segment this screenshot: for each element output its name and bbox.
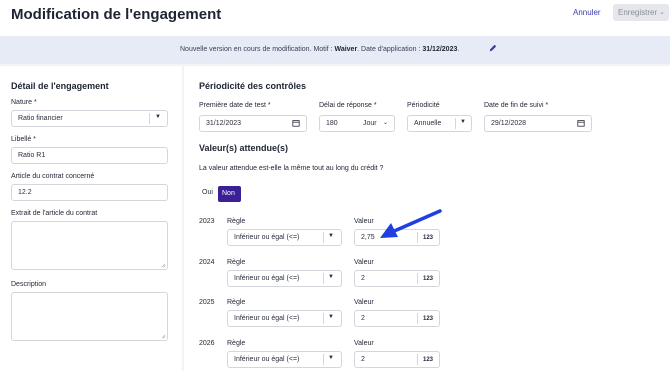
periodicite-label: Périodicité bbox=[407, 102, 440, 109]
value-label: Valeur bbox=[354, 299, 374, 306]
libelle-input[interactable]: Ratio R1 bbox=[11, 147, 168, 164]
number-format-icon: 123 bbox=[423, 357, 434, 363]
extrait-label: Extrait de l'article du contrat bbox=[11, 210, 98, 217]
banner-motif: Waiver bbox=[334, 46, 358, 53]
banner-prefix: Nouvelle version en cours de modificatio… bbox=[180, 46, 335, 53]
top-bar: Modification de l'engagement Annuler Enr… bbox=[0, 0, 670, 36]
rule-select[interactable]: Inférieur ou égal (<=) ▼ bbox=[227, 310, 342, 327]
libelle-value: Ratio R1 bbox=[18, 152, 46, 159]
year-label: 2024 bbox=[199, 259, 215, 266]
select-divider bbox=[323, 273, 324, 284]
input-divider bbox=[417, 354, 418, 365]
caret-down-icon[interactable]: ▼ bbox=[328, 274, 334, 280]
article-value: 12.2 bbox=[18, 189, 32, 196]
banner-text: Nouvelle version en cours de modificatio… bbox=[180, 46, 459, 53]
save-button-label: Enregistrer bbox=[618, 8, 658, 17]
annotation-arrow-icon bbox=[380, 209, 442, 238]
modification-banner: Nouvelle version en cours de modificatio… bbox=[0, 36, 670, 64]
rule-select[interactable]: Inférieur ou égal (<=) ▼ bbox=[227, 270, 342, 287]
caret-down-icon[interactable]: ▼ bbox=[328, 355, 334, 361]
article-label: Article du contrat concerné bbox=[11, 173, 95, 180]
article-input[interactable]: 12.2 bbox=[11, 184, 168, 201]
caret-down-icon[interactable]: ▼ bbox=[328, 233, 334, 239]
value-text: 2 bbox=[361, 275, 365, 282]
save-button[interactable]: Enregistrer ⌄ bbox=[613, 4, 669, 21]
fin-label: Date de fin de suivi * bbox=[484, 102, 549, 109]
first-date-input[interactable]: 31/12/2023 bbox=[199, 115, 307, 132]
extrait-textarea[interactable] bbox=[11, 221, 168, 270]
input-divider bbox=[417, 313, 418, 324]
number-format-icon: 123 bbox=[423, 316, 434, 322]
resize-grip-icon[interactable] bbox=[161, 263, 166, 268]
value-text: 2,75 bbox=[361, 234, 375, 241]
toggle-oui[interactable]: Oui bbox=[202, 189, 213, 196]
value-text: 2 bbox=[361, 315, 365, 322]
page-title: Modification de l'engagement bbox=[11, 6, 222, 23]
calendar-icon[interactable] bbox=[292, 119, 300, 127]
banner-middle: . Date d'application : bbox=[357, 46, 423, 53]
delai-input[interactable]: 180 Jour ⌄ bbox=[319, 115, 395, 132]
caret-down-icon[interactable]: ▼ bbox=[328, 314, 334, 320]
rule-label: Règle bbox=[227, 218, 246, 225]
delai-label: Délai de réponse * bbox=[319, 102, 377, 109]
value-text: 2 bbox=[361, 356, 365, 363]
valeurs-heading: Valeur(s) attendue(s) bbox=[199, 143, 289, 153]
periodicite-select[interactable]: Annuelle ▼ bbox=[407, 115, 472, 132]
rule-label: Règle bbox=[227, 259, 246, 266]
delai-value: 180 bbox=[326, 120, 338, 127]
description-label: Description bbox=[11, 281, 47, 288]
toggle-non[interactable]: Non bbox=[218, 186, 241, 202]
number-format-icon: 123 bbox=[423, 276, 434, 282]
banner-date: 31/12/2023 bbox=[422, 46, 458, 53]
select-divider bbox=[455, 118, 456, 129]
nature-value: Ratio financier bbox=[18, 115, 63, 122]
caret-down-icon[interactable]: ▼ bbox=[155, 114, 161, 120]
pencil-icon[interactable] bbox=[489, 44, 497, 52]
value-label: Valeur bbox=[354, 340, 374, 347]
value-input[interactable]: 2 123 bbox=[354, 310, 440, 327]
resize-grip-icon[interactable] bbox=[161, 334, 166, 339]
description-textarea[interactable] bbox=[11, 292, 168, 341]
rule-label: Règle bbox=[227, 299, 246, 306]
fin-date-input[interactable]: 29/12/2028 bbox=[484, 115, 592, 132]
year-label: 2026 bbox=[199, 340, 215, 347]
banner-suffix: . bbox=[457, 46, 460, 53]
rule-select[interactable]: Inférieur ou égal (<=) ▼ bbox=[227, 229, 342, 246]
nature-label: Nature * bbox=[11, 99, 37, 106]
select-divider bbox=[149, 113, 150, 124]
first-date-label: Première date de test * bbox=[199, 102, 271, 109]
periodicite-heading: Périodicité des contrôles bbox=[199, 81, 307, 91]
select-divider bbox=[323, 354, 324, 365]
rule-label: Règle bbox=[227, 340, 246, 347]
fin-date-value: 29/12/2028 bbox=[491, 120, 527, 127]
cancel-link[interactable]: Annuler bbox=[573, 8, 601, 17]
rule-value: Inférieur ou égal (<=) bbox=[234, 275, 300, 282]
caret-down-icon[interactable]: ▼ bbox=[460, 119, 466, 125]
libelle-label: Libellé * bbox=[11, 136, 36, 143]
select-divider bbox=[323, 313, 324, 324]
input-divider bbox=[417, 273, 418, 284]
value-label: Valeur bbox=[354, 259, 374, 266]
value-input[interactable]: 2 123 bbox=[354, 270, 440, 287]
rule-value: Inférieur ou égal (<=) bbox=[234, 356, 300, 363]
year-label: 2025 bbox=[199, 299, 215, 306]
chevron-down-icon[interactable]: ⌄ bbox=[659, 8, 665, 16]
calendar-icon[interactable] bbox=[577, 119, 585, 127]
first-date-value: 31/12/2023 bbox=[206, 120, 242, 127]
select-divider bbox=[323, 232, 324, 243]
periodicite-value: Annuelle bbox=[414, 120, 442, 127]
nature-select[interactable]: Ratio financier ▼ bbox=[11, 110, 168, 127]
rule-select[interactable]: Inférieur ou égal (<=) ▼ bbox=[227, 351, 342, 368]
valeurs-question: La valeur attendue est-elle la même tout… bbox=[199, 165, 384, 172]
delai-unit[interactable]: Jour bbox=[363, 120, 377, 127]
detail-heading: Détail de l'engagement bbox=[11, 81, 109, 91]
rule-value: Inférieur ou égal (<=) bbox=[234, 315, 300, 322]
value-label: Valeur bbox=[354, 218, 374, 225]
rule-value: Inférieur ou égal (<=) bbox=[234, 234, 300, 241]
value-input[interactable]: 2 123 bbox=[354, 351, 440, 368]
year-label: 2023 bbox=[199, 218, 215, 225]
chevron-down-icon[interactable]: ⌄ bbox=[383, 119, 388, 126]
